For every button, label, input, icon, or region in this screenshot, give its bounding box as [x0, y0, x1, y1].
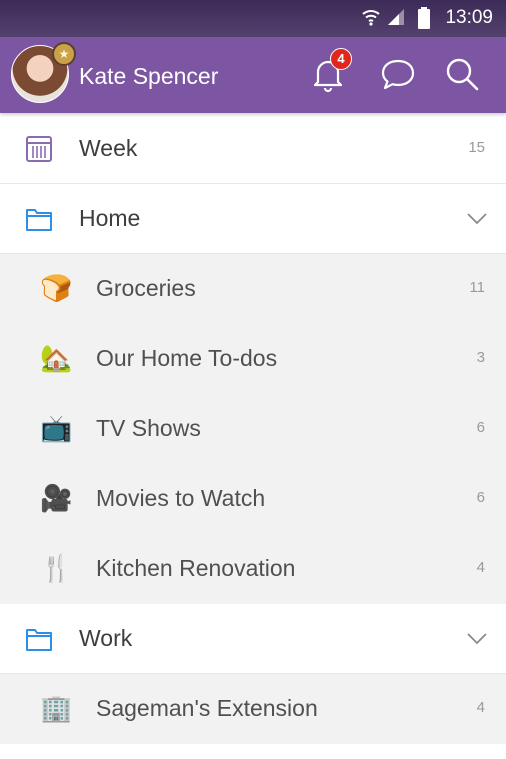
list-item-week[interactable]: Week 15	[0, 114, 506, 184]
task-count: 4	[476, 699, 485, 716]
lists-panel: Week 15 Home 🍞 Groceries 11 🏡 Our Home T…	[0, 114, 506, 744]
conversations-button[interactable]	[378, 54, 418, 94]
calendar-icon	[26, 136, 52, 162]
folder-home[interactable]: Home	[0, 184, 506, 254]
wifi-icon	[362, 10, 380, 26]
list-label: Week	[79, 135, 138, 161]
list-label: Groceries	[96, 275, 196, 301]
notification-badge: 4	[330, 48, 352, 70]
list-item-groceries[interactable]: 🍞 Groceries 11	[0, 254, 506, 324]
search-button[interactable]	[442, 54, 482, 94]
star-icon: ★	[52, 42, 76, 66]
signal-icon	[388, 9, 404, 25]
folder-icon	[26, 209, 52, 231]
list-label: Sageman's Extension	[96, 695, 318, 721]
chat-bubble-icon	[381, 59, 415, 90]
movie-camera-icon: 🎥	[40, 483, 73, 513]
task-count: 4	[476, 559, 485, 576]
task-count: 3	[476, 349, 485, 366]
list-item-our-home-to-dos[interactable]: 🏡 Our Home To-dos 3	[0, 324, 506, 394]
clock: 13:09	[445, 7, 493, 28]
avatar[interactable]: ★	[11, 42, 76, 103]
user-name[interactable]: Kate Spencer	[79, 63, 218, 90]
chevron-down-icon[interactable]	[466, 207, 488, 229]
list-label: Kitchen Renovation	[96, 555, 296, 581]
television-icon: 📺	[40, 413, 73, 443]
list-item-sagemans-extension[interactable]: 🏢 Sageman's Extension 4	[0, 674, 506, 744]
list-item-kitchen-renovation[interactable]: 🍴 Kitchen Renovation 4	[0, 534, 506, 604]
folder-label: Home	[79, 205, 141, 231]
fork-knife-icon: 🍴	[40, 553, 73, 583]
list-item-movies-to-watch[interactable]: 🎥 Movies to Watch 6	[0, 464, 506, 534]
task-count: 15	[468, 139, 485, 156]
list-label: Our Home To-dos	[96, 345, 278, 371]
list-item-tv-shows[interactable]: 📺 TV Shows 6	[0, 394, 506, 464]
status-bar: 13:09	[0, 0, 506, 37]
task-count: 11	[469, 279, 485, 296]
folder-label: Work	[79, 625, 133, 651]
notifications-button[interactable]: 4	[308, 48, 352, 94]
app-header: ★ Kate Spencer 4	[0, 37, 506, 113]
task-count: 6	[476, 489, 485, 506]
chevron-down-icon[interactable]	[466, 627, 488, 649]
office-building-icon: 🏢	[40, 693, 73, 723]
list-label: Movies to Watch	[96, 485, 266, 511]
list-label: TV Shows	[96, 415, 201, 441]
folder-work[interactable]: Work	[0, 604, 506, 674]
house-icon: 🏡	[40, 343, 73, 373]
task-count: 6	[476, 419, 485, 436]
folder-icon	[26, 629, 52, 651]
search-icon	[446, 58, 479, 91]
battery-icon	[418, 7, 430, 29]
bread-icon: 🍞	[40, 273, 73, 303]
